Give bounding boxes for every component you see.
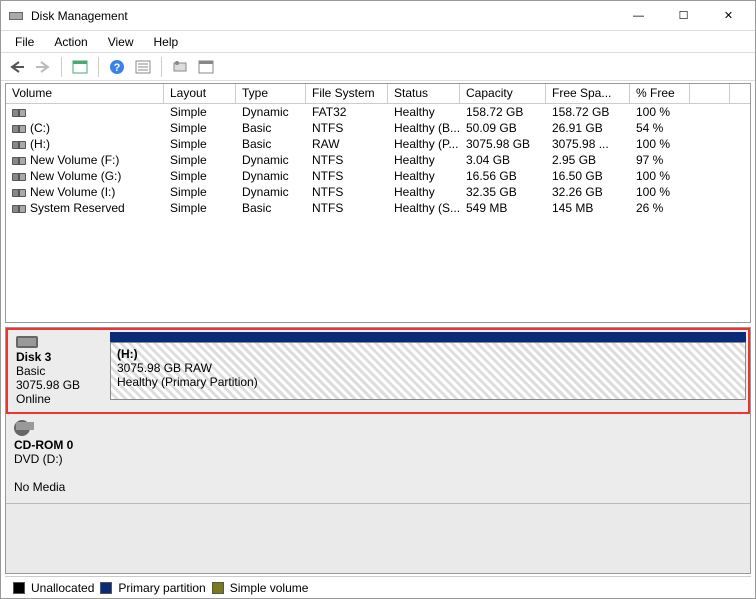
volume-row[interactable]: (C:)SimpleBasicNTFSHealthy (B...50.09 GB…	[6, 120, 750, 136]
help-button[interactable]: ?	[105, 55, 129, 79]
cdrom-type: DVD (D:)	[14, 452, 63, 466]
legend-swatch-simple	[212, 582, 224, 594]
menu-bar: File Action View Help	[1, 31, 755, 53]
toolbar-separator	[61, 57, 62, 77]
disk-3-header[interactable]: Disk 3 Basic 3075.98 GB Online	[8, 330, 108, 412]
partition-info: 3075.98 GB RAW	[117, 361, 212, 375]
minimize-button[interactable]: —	[616, 2, 661, 30]
legend-primary: Primary partition	[118, 581, 205, 595]
back-button[interactable]	[5, 55, 29, 79]
disk-3-row[interactable]: Disk 3 Basic 3075.98 GB Online (H:) 3075…	[6, 328, 750, 414]
col-extra[interactable]	[690, 84, 730, 103]
title-bar: Disk Management — ☐ ✕	[1, 1, 755, 31]
legend-swatch-primary	[100, 582, 112, 594]
volume-icon	[12, 141, 26, 149]
svg-text:?: ?	[114, 62, 121, 74]
volume-row[interactable]: New Volume (G:)SimpleDynamicNTFSHealthy1…	[6, 168, 750, 184]
disk-graphical-view[interactable]: Disk 3 Basic 3075.98 GB Online (H:) 3075…	[5, 327, 751, 574]
disk-icon	[16, 336, 38, 348]
volume-icon	[12, 157, 26, 165]
volume-icon	[12, 189, 26, 197]
volume-row[interactable]: System ReservedSimpleBasicNTFSHealthy (S…	[6, 200, 750, 216]
disk-label: Disk 3	[16, 350, 51, 364]
col-pctfree[interactable]: % Free	[630, 84, 690, 103]
cdrom-body	[106, 414, 750, 503]
col-volume[interactable]: Volume	[6, 84, 164, 103]
volume-icon	[12, 109, 26, 117]
menu-action[interactable]: Action	[44, 33, 97, 51]
volume-icon	[12, 173, 26, 181]
col-type[interactable]: Type	[236, 84, 306, 103]
volume-icon	[12, 205, 26, 213]
legend-unallocated: Unallocated	[31, 581, 94, 595]
volume-row[interactable]: SimpleDynamicFAT32Healthy158.72 GB158.72…	[6, 104, 750, 120]
disk-state: Online	[16, 392, 51, 406]
legend-simple: Simple volume	[230, 581, 309, 595]
col-status[interactable]: Status	[388, 84, 460, 103]
show-hide-tree-button[interactable]	[68, 55, 92, 79]
volume-list[interactable]: Volume Layout Type File System Status Ca…	[5, 83, 751, 323]
partition-status: Healthy (Primary Partition)	[117, 375, 258, 389]
volume-list-header[interactable]: Volume Layout Type File System Status Ca…	[6, 84, 750, 104]
volume-icon	[12, 125, 26, 133]
toolbar: ?	[1, 53, 755, 81]
disk-type: Basic	[16, 364, 45, 378]
col-freespace[interactable]: Free Spa...	[546, 84, 630, 103]
properties-button[interactable]	[168, 55, 192, 79]
toolbar-separator	[161, 57, 162, 77]
cd-icon	[14, 420, 30, 436]
volume-row[interactable]: New Volume (F:)SimpleDynamicNTFSHealthy3…	[6, 152, 750, 168]
volume-row[interactable]: New Volume (I:)SimpleDynamicNTFSHealthy3…	[6, 184, 750, 200]
menu-file[interactable]: File	[5, 33, 44, 51]
close-button[interactable]: ✕	[706, 2, 751, 30]
cdrom-header[interactable]: CD-ROM 0 DVD (D:) No Media	[6, 414, 106, 503]
menu-help[interactable]: Help	[144, 33, 189, 51]
disk-size: 3075.98 GB	[16, 378, 80, 392]
col-layout[interactable]: Layout	[164, 84, 236, 103]
col-capacity[interactable]: Capacity	[460, 84, 546, 103]
toolbar-separator	[98, 57, 99, 77]
window-title: Disk Management	[31, 9, 616, 23]
partition-label: (H:)	[117, 347, 138, 361]
refresh-button[interactable]	[194, 55, 218, 79]
legend-swatch-unallocated	[13, 582, 25, 594]
partition-h[interactable]: (H:) 3075.98 GB RAW Healthy (Primary Par…	[110, 342, 746, 400]
menu-view[interactable]: View	[98, 33, 144, 51]
volume-row[interactable]: (H:)SimpleBasicRAWHealthy (P...3075.98 G…	[6, 136, 750, 152]
maximize-button[interactable]: ☐	[661, 2, 706, 30]
cdrom-label: CD-ROM 0	[14, 438, 73, 452]
cdrom-0-row[interactable]: CD-ROM 0 DVD (D:) No Media	[6, 414, 750, 504]
action-list-button[interactable]	[131, 55, 155, 79]
col-filesystem[interactable]: File System	[306, 84, 388, 103]
legend-bar: Unallocated Primary partition Simple vol…	[5, 576, 751, 598]
partition-color-bar	[110, 332, 746, 342]
forward-button[interactable]	[31, 55, 55, 79]
cdrom-state: No Media	[14, 480, 65, 494]
disk-3-partitions: (H:) 3075.98 GB RAW Healthy (Primary Par…	[108, 330, 748, 412]
app-icon	[9, 10, 25, 22]
